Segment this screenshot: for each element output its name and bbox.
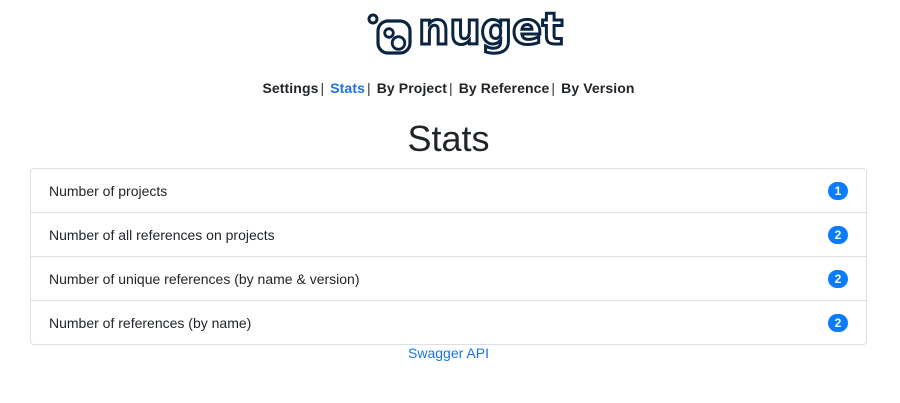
- footer: Swagger API: [0, 345, 897, 361]
- nuget-logo-icon: [366, 11, 412, 57]
- stat-count-badge: 2: [828, 225, 848, 244]
- stat-label: Number of references (by name): [49, 314, 252, 331]
- swagger-api-link[interactable]: Swagger API: [408, 345, 489, 361]
- stat-count-badge: 1: [828, 181, 848, 200]
- nav-item-by-project[interactable]: By Project: [377, 80, 447, 96]
- stat-count-badge: 2: [828, 313, 848, 332]
- stats-row-references-by-name: Number of references (by name) 2: [31, 301, 866, 344]
- stats-row-unique-references: Number of unique references (by name & v…: [31, 257, 866, 301]
- stats-list: Number of projects 1 Number of all refer…: [30, 168, 867, 345]
- logo[interactable]: nuget: [366, 3, 565, 59]
- stat-label: Number of unique references (by name & v…: [49, 270, 360, 287]
- stat-count-badge: 2: [828, 269, 848, 288]
- stats-row-all-references: Number of all references on projects 2: [31, 213, 866, 257]
- nav-item-settings[interactable]: Settings: [262, 80, 318, 96]
- nav-separator: |: [366, 80, 371, 96]
- stats-row-projects: Number of projects 1: [31, 169, 866, 213]
- page: nuget Settings | Stats | By Project | By Re…: [0, 0, 900, 403]
- stat-label: Number of all references on projects: [49, 226, 275, 243]
- main-nav: Settings | Stats | By Project | By Referenc…: [0, 80, 897, 96]
- nav-item-by-reference[interactable]: By Reference: [459, 80, 550, 96]
- logo-text: nuget: [416, 3, 564, 56]
- stat-label: Number of projects: [49, 182, 168, 199]
- page-title: Stats: [407, 118, 490, 159]
- nav-separator: |: [551, 80, 556, 96]
- nav-item-stats[interactable]: Stats: [330, 80, 365, 96]
- nav-separator: |: [320, 80, 325, 96]
- nav-separator: |: [448, 80, 453, 96]
- nav-item-by-version[interactable]: By Version: [561, 80, 634, 96]
